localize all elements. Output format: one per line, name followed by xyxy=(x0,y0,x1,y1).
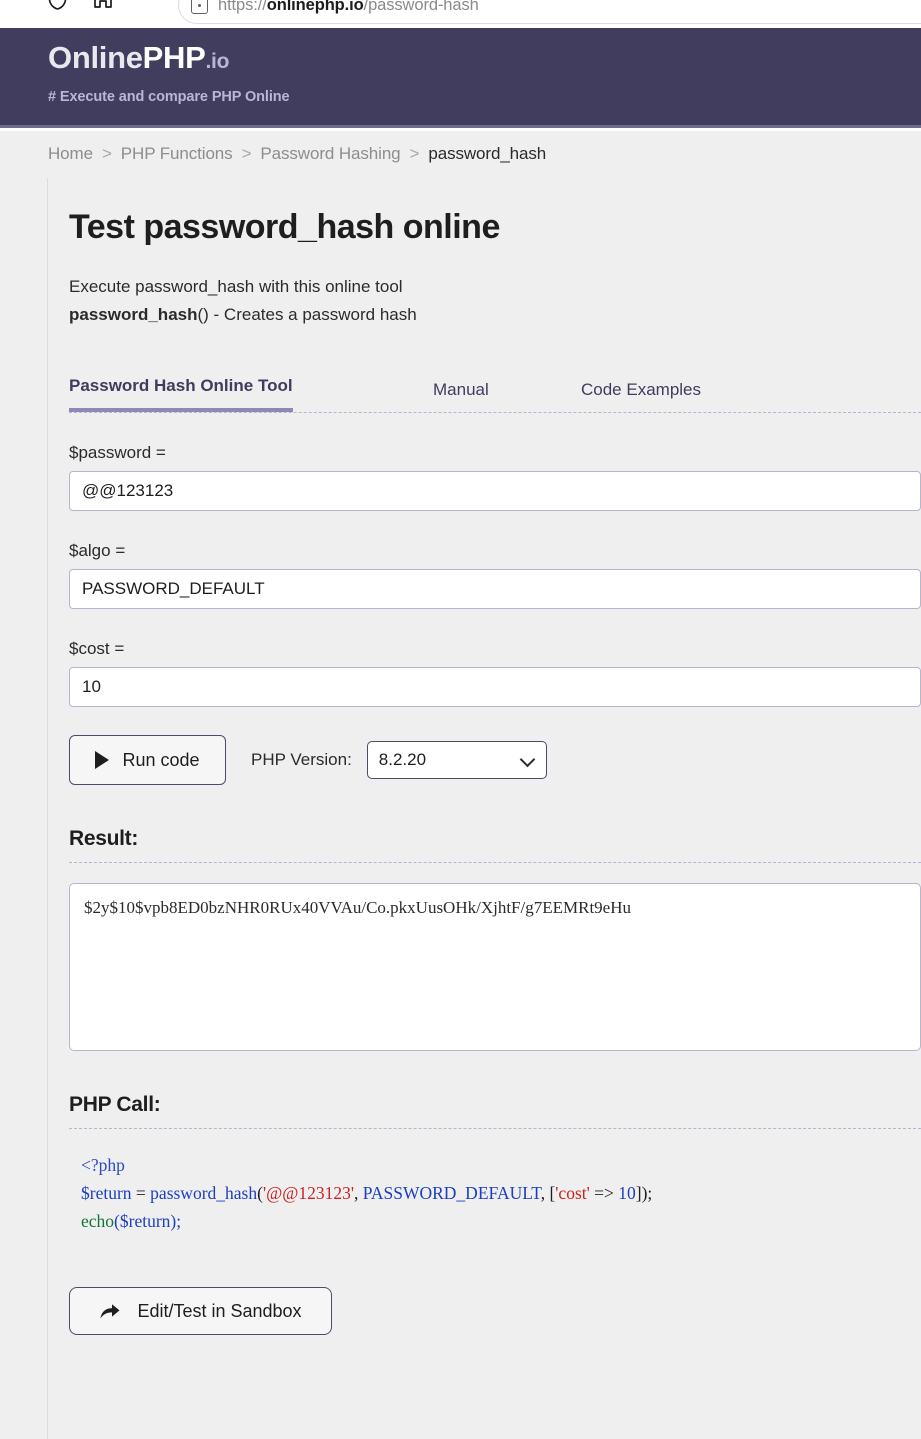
php-version-select[interactable]: 8.2.20 xyxy=(366,741,547,780)
edit-test-in-sandbox-button[interactable]: Edit/Test in Sandbox xyxy=(69,1287,332,1336)
tab-password-hash-online-tool[interactable]: Password Hash Online Tool xyxy=(69,376,293,413)
password-field-label: $password = xyxy=(69,443,166,463)
breadcrumb-separator: > xyxy=(241,144,252,163)
cost-field-label: $cost = xyxy=(69,639,125,659)
share-arrow-icon xyxy=(100,1304,120,1319)
chevron-down-icon xyxy=(519,751,536,768)
logo-part-online: Online xyxy=(48,40,143,75)
logo-part-php: PHP xyxy=(142,40,206,75)
code-arrow: => xyxy=(589,1183,619,1204)
result-divider xyxy=(69,862,921,864)
logo-part-io: .io xyxy=(205,50,230,73)
home-icon[interactable] xyxy=(93,0,113,9)
password-input[interactable] xyxy=(69,471,921,512)
code-echo-args: ($return); xyxy=(114,1211,182,1232)
code-var-return: $return xyxy=(81,1183,132,1204)
breadcrumb-item-php-functions[interactable]: PHP Functions xyxy=(121,144,233,163)
run-code-button-label: Run code xyxy=(122,749,200,770)
algo-input[interactable] xyxy=(69,569,921,610)
code-arg-cost-key: 'cost' xyxy=(555,1183,590,1204)
code-echo: echo xyxy=(81,1211,115,1232)
code-tail: ]); xyxy=(635,1183,653,1204)
code-assign: = xyxy=(131,1183,151,1204)
page-lede: Execute password_hash with this online t… xyxy=(69,273,921,329)
breadcrumb-item-home[interactable]: Home xyxy=(48,144,93,163)
php-call-code: <?php $return = password_hash('@@123123'… xyxy=(69,1151,921,1235)
breadcrumb-separator: > xyxy=(409,144,420,163)
site-tagline: # Execute and compare PHP Online xyxy=(48,89,290,105)
result-heading: Result: xyxy=(69,827,139,851)
php-call-divider xyxy=(69,1128,921,1130)
code-arg-password: '@@123123' xyxy=(262,1183,354,1204)
code-arg-algo: PASSWORD_DEFAULT xyxy=(362,1183,541,1204)
site-logo[interactable]: OnlinePHP.io xyxy=(48,42,229,73)
code-comma-1: , xyxy=(353,1183,363,1204)
php-version-label: PHP Version: xyxy=(251,750,352,770)
breadcrumb-separator: > xyxy=(101,144,112,163)
site-header: OnlinePHP.io # Execute and compare PHP O… xyxy=(0,28,921,128)
browser-toolbar-icons xyxy=(48,0,113,10)
tab-manual[interactable]: Manual xyxy=(433,380,489,412)
run-code-button[interactable]: Run code xyxy=(69,735,226,786)
address-bar[interactable]: https://onlinephp.io/password-hash xyxy=(178,0,921,24)
url-text: https://onlinephp.io/password-hash xyxy=(218,0,479,14)
result-output[interactable]: $2y$10$vpb8ED0bzNHR0RUx40VVAu/Co.pkxUusO… xyxy=(69,883,921,1052)
code-open-tag: <?php xyxy=(81,1155,125,1176)
tab-code-examples[interactable]: Code Examples xyxy=(581,380,701,412)
cost-input[interactable] xyxy=(69,667,921,708)
play-icon xyxy=(95,751,110,770)
algo-field-label: $algo = xyxy=(69,541,126,561)
site-info-icon[interactable] xyxy=(191,0,208,14)
lede-line-2: () - Creates a password hash xyxy=(197,305,417,325)
main-content: Test password_hash online Execute passwo… xyxy=(69,178,921,1336)
shield-icon[interactable] xyxy=(48,0,67,10)
page-title: Test password_hash online xyxy=(69,208,500,246)
lede-line-1: Execute password_hash with this online t… xyxy=(69,277,403,297)
breadcrumb: Home > PHP Functions > Password Hashing > pass… xyxy=(48,144,546,164)
breadcrumb-item-password-hashing[interactable]: Password Hashing xyxy=(260,144,400,163)
page-body: Home > PHP Functions > Password Hashing > pass… xyxy=(0,131,921,1439)
php-version-value: 8.2.20 xyxy=(378,750,427,770)
code-arg-cost-value: 10 xyxy=(618,1183,636,1204)
browser-chrome: https://onlinephp.io/password-hash xyxy=(0,0,921,28)
breadcrumb-item-password-hash: password_hash xyxy=(428,144,547,163)
lede-function-name: password_hash xyxy=(69,305,198,325)
code-function-name: password_hash xyxy=(150,1183,258,1204)
php-call-heading: PHP Call: xyxy=(69,1093,161,1117)
tab-bar: Password Hash Online Tool Manual Code Ex… xyxy=(69,363,921,414)
edit-test-in-sandbox-label: Edit/Test in Sandbox xyxy=(137,1300,302,1321)
run-row: Run code PHP Version: 8.2.20 xyxy=(69,735,921,786)
